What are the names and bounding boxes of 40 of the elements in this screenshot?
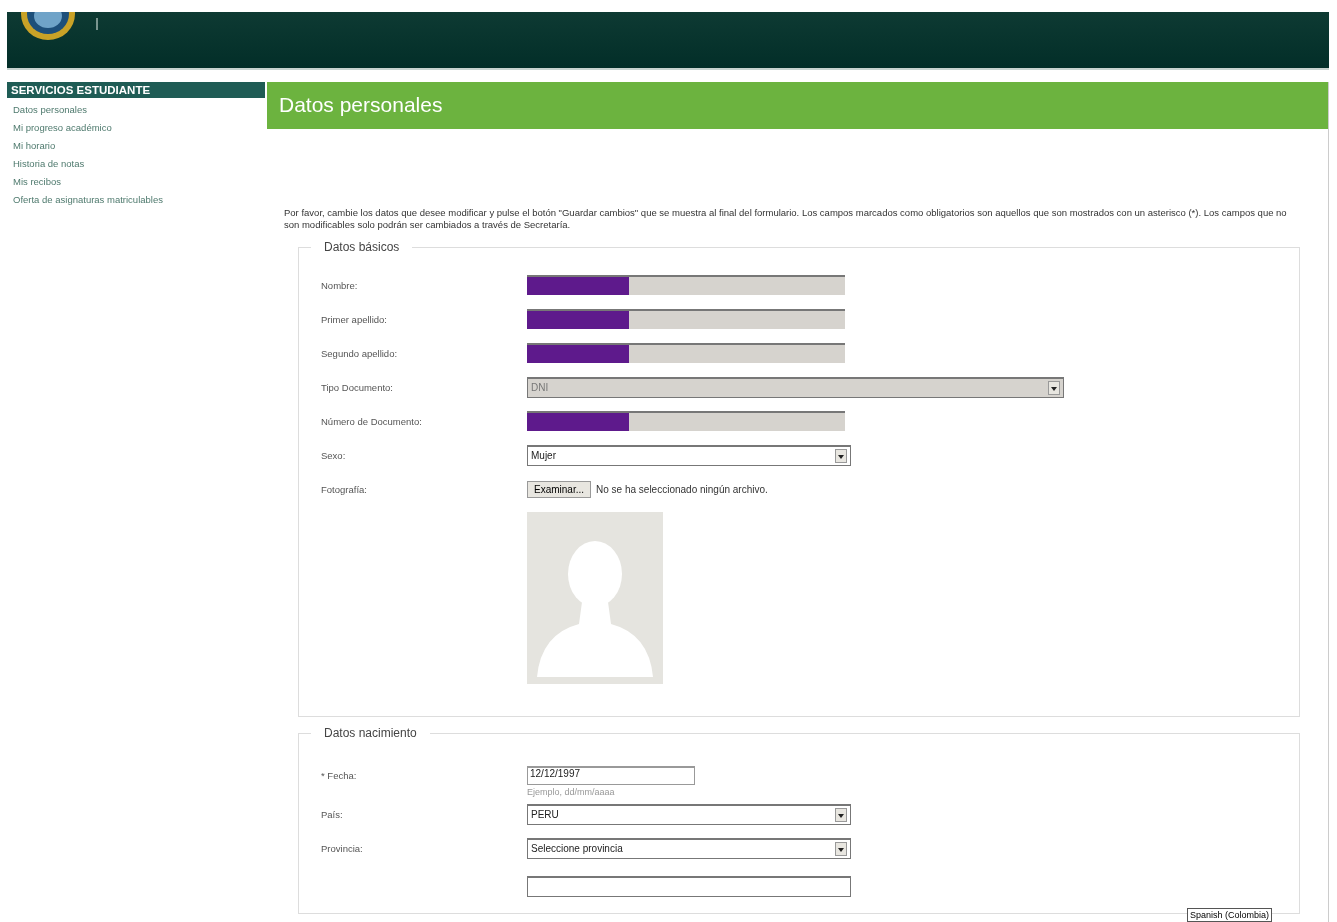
file-status: No se ha seleccionado ningún archivo. — [596, 483, 768, 495]
logo-icon — [20, 12, 76, 42]
dropdown-field[interactable]: Seleccione provincia — [527, 837, 851, 859]
caret-icon — [835, 448, 847, 463]
field-hint: Ejemplo, dd/mm/aaaa — [527, 787, 616, 797]
input-field[interactable] — [527, 343, 845, 363]
input-field[interactable] — [527, 309, 845, 329]
sidebar-link[interactable]: Oferta de asignaturas matriculables — [7, 191, 265, 209]
sidebar-link[interactable]: Datos personales — [7, 101, 265, 119]
date-field[interactable]: 12/12/1997 — [527, 766, 695, 785]
caret-icon — [1048, 380, 1060, 395]
field-label: País: — [321, 808, 344, 820]
field-label: Tipo Documento: — [321, 381, 394, 393]
dropdown-field[interactable]: PERU — [527, 803, 851, 825]
caret-icon — [835, 807, 847, 822]
field-label: Provincia: — [321, 842, 364, 854]
input-field[interactable] — [527, 411, 845, 431]
sidebar-link[interactable]: Mi progreso académico — [7, 119, 265, 137]
sidebar-link[interactable]: Mis recibos — [7, 173, 265, 191]
input-field[interactable] — [527, 275, 845, 295]
field-label: Sexo: — [321, 449, 347, 461]
sidebar-link[interactable]: Mi horario — [7, 137, 265, 155]
section-legend: Datos nacimiento — [311, 726, 430, 740]
field-label: * Fecha: — [321, 770, 358, 781]
browse-button[interactable]: Examinar... — [527, 480, 592, 498]
sidebar-title: SERVICIOS ESTUDIANTE — [7, 82, 265, 98]
intro-text: Por favor, cambie los datos que desee modificar y pulse el botón "Guardar cambios" que se muestra al final del formulario. Los campos marcados como obligatorios son aquellos que son mostrados con un asterisco (*). Los campos que no son modificables solo podrán ser cambiados a través de Secretaría. — [284, 207, 1288, 231]
sidebar-link[interactable]: Historia de notas — [7, 155, 265, 173]
field-label: Primer apellido: — [321, 313, 388, 325]
field-label: Nombre: — [321, 279, 359, 291]
field-label: Fotografía: — [321, 483, 368, 495]
dropdown-field[interactable]: Mujer — [527, 444, 851, 466]
caret-icon — [835, 841, 847, 856]
avatar-placeholder-icon — [527, 512, 663, 684]
language-button[interactable]: Spanish (Colombia) — [1186, 908, 1272, 922]
page-title: Datos personales — [267, 82, 1328, 129]
field-label: Número de Documento: — [321, 415, 423, 427]
field-label: Segundo apellido: — [321, 347, 399, 359]
dropdown-field[interactable] — [527, 875, 851, 897]
section-legend: Datos básicos — [311, 240, 413, 254]
